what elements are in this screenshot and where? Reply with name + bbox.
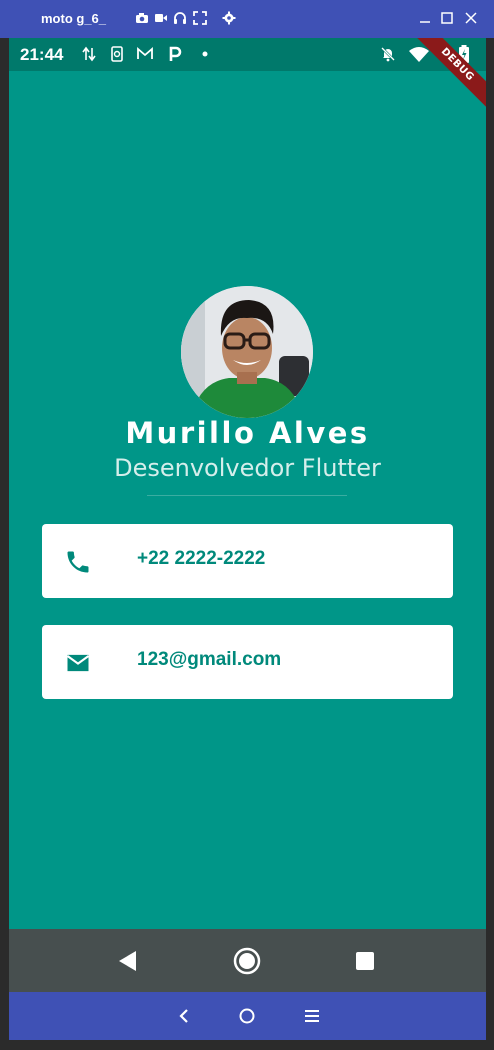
dot-icon: [202, 51, 208, 57]
wifi-icon: [409, 47, 429, 62]
back-triangle-icon[interactable]: [114, 947, 142, 975]
status-time: 21:44: [20, 45, 64, 64]
emulator-title-bar: moto g_6_: [0, 0, 494, 38]
phone-sync-icon: [111, 46, 123, 62]
profile-photo: [181, 286, 313, 418]
profile-role: Desenvolvedor Flutter: [114, 454, 381, 482]
p-icon: [169, 46, 182, 61]
notifications-off-icon: [381, 47, 395, 62]
phone-screen: 21:44 DEBUG Murillo Alves Desenvolvedor …: [9, 38, 486, 992]
minimize-icon[interactable]: [416, 9, 434, 27]
emulator-nav-bar: [9, 992, 486, 1040]
settings-icon[interactable]: [222, 11, 236, 25]
gmail-icon: [137, 47, 153, 59]
fullscreen-icon[interactable]: [193, 11, 207, 25]
home-circle-icon[interactable]: [237, 1006, 257, 1026]
data-transfer-icon: [82, 46, 96, 62]
email-address: 123@gmail.com: [137, 649, 282, 670]
video-icon[interactable]: [154, 11, 168, 25]
profile-name: Murillo Alves: [125, 416, 370, 450]
emulator-title: moto g_6_: [41, 11, 107, 26]
home-icon[interactable]: [233, 947, 261, 975]
close-icon[interactable]: [462, 9, 480, 27]
android-nav-bar: [9, 929, 486, 992]
back-chevron-icon[interactable]: [174, 1006, 194, 1026]
menu-icon[interactable]: [302, 1006, 322, 1026]
phone-card[interactable]: +22 2222-2222: [42, 524, 453, 598]
phone-number: +22 2222-2222: [137, 548, 266, 569]
phone-icon: [67, 551, 89, 573]
camera-icon[interactable]: [135, 11, 149, 25]
status-bar: 21:44: [9, 38, 486, 71]
recents-icon[interactable]: [351, 947, 379, 975]
email-icon: [66, 654, 90, 672]
maximize-icon[interactable]: [438, 9, 456, 27]
divider: [147, 495, 347, 496]
email-card[interactable]: 123@gmail.com: [42, 625, 453, 699]
headset-icon[interactable]: [173, 11, 187, 25]
